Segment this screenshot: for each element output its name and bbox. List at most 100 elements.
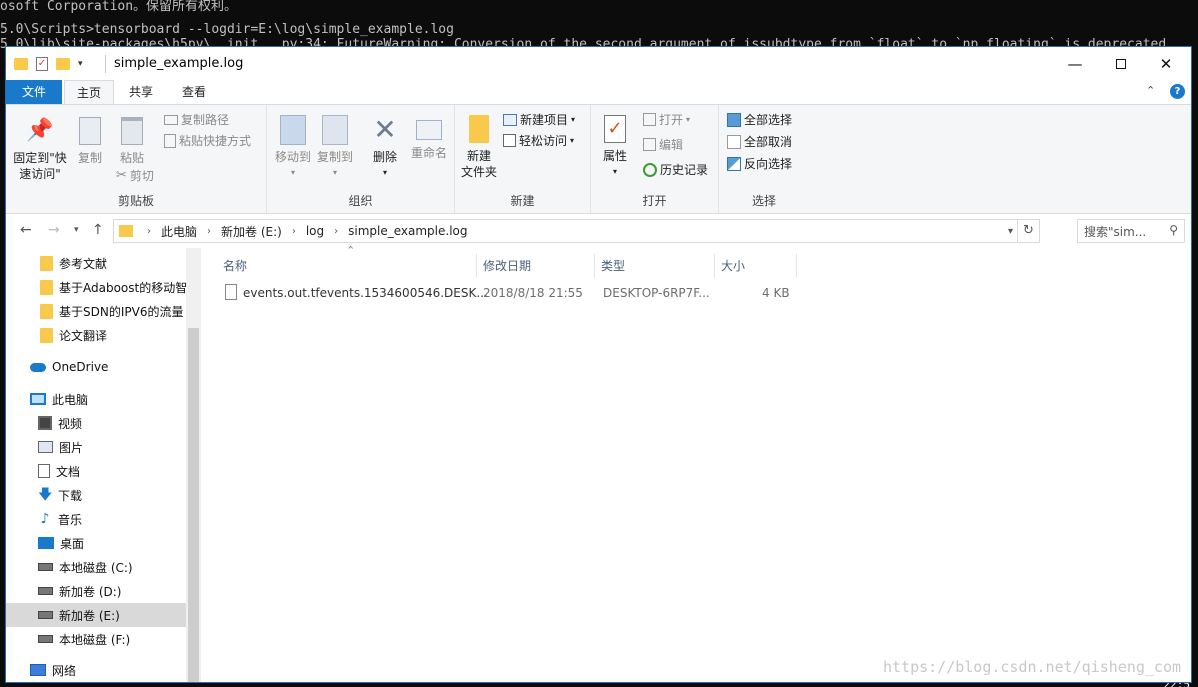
rename-button[interactable]: 重命名 bbox=[407, 115, 451, 161]
pin-icon: 📌 bbox=[26, 118, 54, 143]
sidebar-item[interactable]: 本地磁盘 (F:) bbox=[6, 627, 186, 651]
sidebar-item-label: 论文翻译 bbox=[59, 328, 108, 343]
search-placeholder: 搜索"sim... bbox=[1084, 225, 1147, 239]
history-button[interactable]: 历史记录 bbox=[643, 161, 708, 178]
copy-to-button[interactable]: 复制到 ▾ bbox=[315, 115, 355, 181]
folder-icon bbox=[119, 225, 133, 237]
recent-locations-chevron-icon[interactable]: ▾ bbox=[74, 225, 79, 235]
chevron-down-icon: ▾ bbox=[332, 168, 337, 177]
column-header-type[interactable]: 类型 bbox=[595, 254, 715, 278]
maximize-button[interactable] bbox=[1098, 47, 1144, 80]
copy-path-button[interactable]: 复制路径 bbox=[164, 111, 229, 128]
new-item-button[interactable]: 新建项目 ▾ bbox=[503, 111, 575, 128]
drive-icon bbox=[38, 587, 53, 595]
sidebar-item[interactable]: 基于SDN的IPV6的流量 bbox=[6, 299, 186, 323]
properties-button[interactable]: ✓ 属性 ▾ bbox=[595, 115, 635, 180]
tab-file[interactable]: 文件 bbox=[6, 80, 62, 104]
sidebar-item-label: 本地磁盘 (F:) bbox=[59, 632, 131, 647]
folder-icon[interactable] bbox=[14, 58, 28, 70]
refresh-icon[interactable]: ↻ bbox=[1017, 220, 1039, 242]
window-title: simple_example.log bbox=[114, 56, 244, 71]
new-folder-icon[interactable] bbox=[56, 58, 70, 70]
collapse-ribbon-icon[interactable]: ⌃ bbox=[1146, 84, 1155, 97]
properties-icon[interactable]: ✓ bbox=[36, 57, 48, 71]
copy-label: 复制 bbox=[77, 151, 102, 165]
open-icon bbox=[643, 113, 656, 126]
select-none-button[interactable]: 全部取消 bbox=[727, 133, 792, 150]
file-list: ⌃ 名称 修改日期 类型 大小 events.out.tfevents.1534… bbox=[201, 244, 1191, 682]
breadcrumb[interactable]: 此电脑 bbox=[161, 223, 197, 240]
up-arrow-icon[interactable]: ↑ bbox=[92, 222, 104, 238]
sidebar-item-label: 网络 bbox=[52, 663, 77, 678]
scissors-icon: ✂ bbox=[116, 168, 127, 183]
sidebar-item[interactable]: 参考文献 bbox=[6, 251, 186, 275]
tab-home[interactable]: 主页 bbox=[64, 80, 114, 105]
move-to-button[interactable]: 移动到 ▾ bbox=[273, 115, 313, 181]
sidebar-item[interactable]: 本地磁盘 (C:) bbox=[6, 555, 186, 579]
invert-selection-icon bbox=[727, 156, 741, 171]
sidebar-item[interactable]: 此电脑 bbox=[6, 387, 186, 411]
scrollbar-thumb[interactable] bbox=[188, 328, 199, 682]
sidebar-item[interactable]: 网络 bbox=[6, 658, 186, 682]
sidebar-item[interactable]: ♪ 音乐 bbox=[6, 507, 186, 531]
folder-icon bbox=[40, 303, 53, 319]
title-divider bbox=[105, 55, 106, 73]
sidebar-item[interactable]: 视频 bbox=[6, 411, 186, 435]
copy-button[interactable]: 复制 bbox=[72, 117, 108, 166]
select-all-button[interactable]: 全部选择 bbox=[727, 111, 792, 128]
desktop-icon bbox=[38, 537, 54, 549]
search-input[interactable]: 搜索"sim... ⚲ bbox=[1077, 219, 1185, 243]
new-item-label: 新建项目 bbox=[520, 113, 569, 127]
easy-access-label: 轻松访问 bbox=[519, 134, 568, 148]
forward-arrow-icon[interactable]: → bbox=[48, 222, 60, 238]
chevron-down-icon: ▾ bbox=[612, 167, 617, 176]
easy-access-button[interactable]: 轻松访问 ▾ bbox=[503, 132, 574, 149]
help-icon[interactable]: ? bbox=[1170, 84, 1185, 99]
paste-button[interactable]: 粘贴 bbox=[114, 117, 150, 166]
tab-share[interactable]: 共享 bbox=[116, 80, 166, 104]
customize-toolbar-icon[interactable]: ▾ bbox=[78, 59, 83, 69]
pin-quick-access-button[interactable]: 📌 固定到"快 速访问" bbox=[10, 117, 70, 182]
open-button[interactable]: 打开 ▾ bbox=[643, 111, 690, 128]
sidebar-item[interactable]: 文档 bbox=[6, 459, 186, 483]
folder-icon bbox=[40, 327, 53, 343]
ribbon-tabs: 文件 主页 共享 查看 ⌃ ? bbox=[6, 80, 1191, 105]
sidebar-item[interactable]: 桌面 bbox=[6, 531, 186, 555]
sidebar-item[interactable]: 新加卷 (D:) bbox=[6, 579, 186, 603]
select-none-label: 全部取消 bbox=[744, 135, 793, 149]
column-header-modified[interactable]: 修改日期 bbox=[477, 254, 595, 278]
clipboard-group-label: 剪贴板 bbox=[117, 194, 154, 208]
sidebar-item[interactable]: 新加卷 (E:) bbox=[6, 603, 186, 627]
chevron-down-icon: ▾ bbox=[290, 168, 295, 177]
column-header-size[interactable]: 大小 bbox=[715, 254, 797, 278]
table-row[interactable]: events.out.tfevents.1534600546.DESK... 2… bbox=[217, 282, 797, 304]
address-box[interactable]: › 此电脑 › 新加卷 (E:) › log › simple_example.… bbox=[113, 219, 1040, 243]
sidebar-item[interactable]: 论文翻译 bbox=[6, 323, 186, 347]
breadcrumb[interactable]: log bbox=[306, 224, 324, 238]
picture-icon bbox=[38, 441, 53, 453]
delete-button[interactable]: ✕ 删除 ▾ bbox=[367, 115, 403, 181]
edit-button[interactable]: 编辑 bbox=[643, 136, 683, 153]
sidebar-item[interactable]: 图片 bbox=[6, 435, 186, 459]
breadcrumb[interactable]: simple_example.log bbox=[348, 224, 467, 238]
copy-path-icon bbox=[164, 114, 178, 125]
sidebar-item[interactable]: OneDrive bbox=[6, 355, 186, 379]
navigation-scrollbar[interactable] bbox=[186, 248, 201, 682]
drive-icon bbox=[38, 563, 53, 571]
back-arrow-icon[interactable]: ← bbox=[20, 222, 32, 238]
close-button[interactable]: ✕ bbox=[1143, 47, 1189, 80]
sidebar-item-label: 基于SDN的IPV6的流量 bbox=[59, 304, 184, 319]
sidebar-item[interactable]: 基于Adaboost的移动智 bbox=[6, 275, 186, 299]
copy-to-label: 复制到 bbox=[316, 150, 353, 164]
sidebar-item-label: 参考文献 bbox=[59, 256, 108, 271]
sidebar-item[interactable]: 🡇 下载 bbox=[6, 483, 186, 507]
paste-shortcut-button[interactable]: 粘贴快捷方式 bbox=[164, 132, 251, 149]
tab-view[interactable]: 查看 bbox=[169, 80, 219, 104]
minimize-button[interactable]: — bbox=[1052, 47, 1098, 80]
breadcrumb[interactable]: 新加卷 (E:) bbox=[221, 223, 282, 240]
cut-button[interactable]: ✂ 剪切 bbox=[116, 167, 154, 184]
new-folder-button[interactable]: 新建 文件夹 bbox=[459, 115, 499, 180]
invert-selection-button[interactable]: 反向选择 bbox=[727, 155, 792, 172]
address-dropdown-icon[interactable]: ▾ bbox=[1008, 226, 1013, 237]
column-header-name[interactable]: 名称 bbox=[217, 254, 477, 278]
